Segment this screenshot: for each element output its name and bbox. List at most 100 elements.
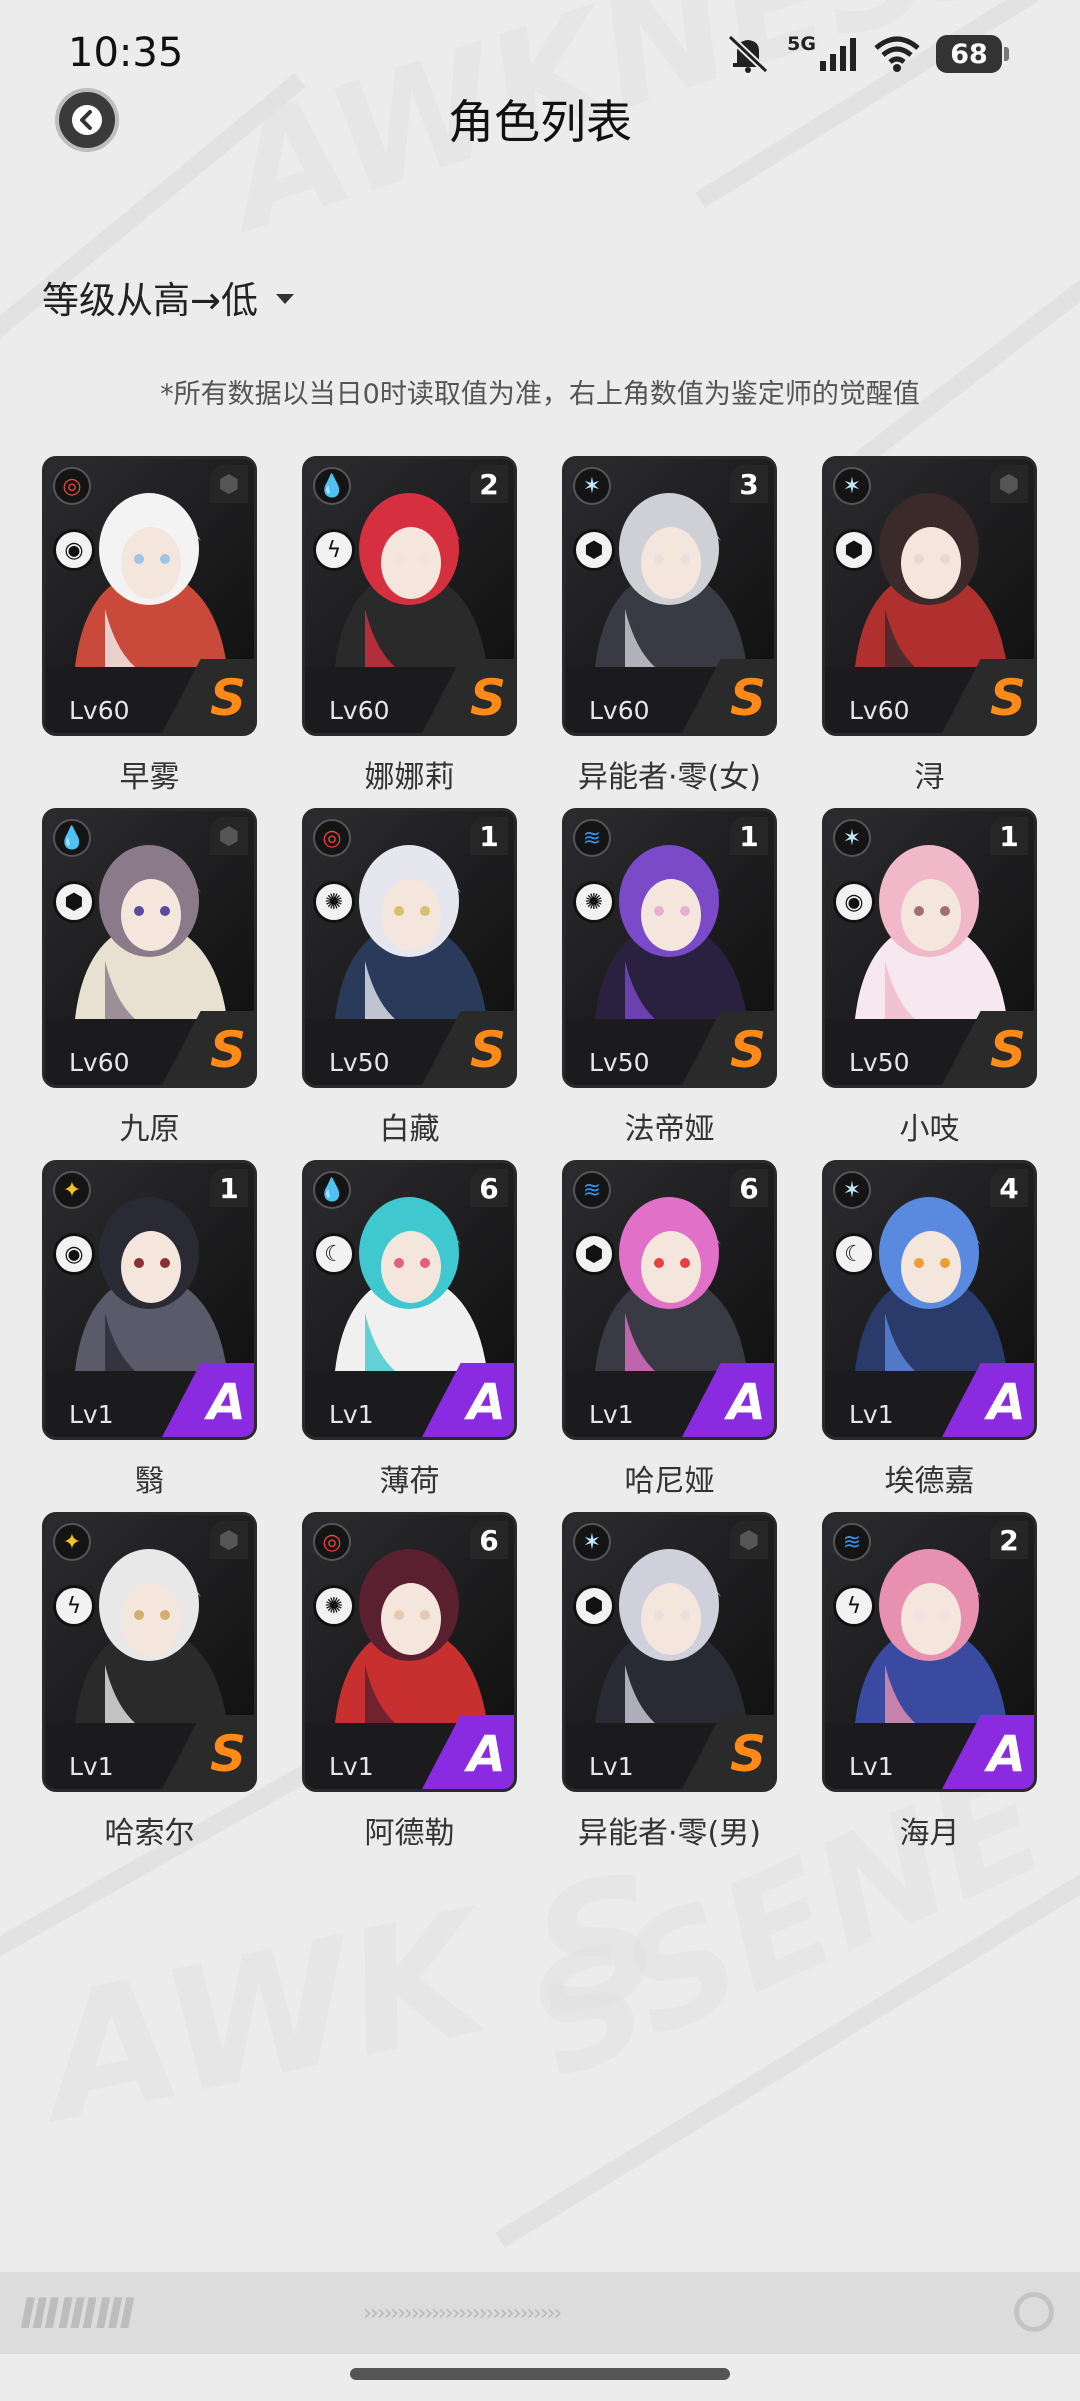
attribute-icon: ✦ [53,1523,91,1561]
character-card[interactable]: Lv1 A ✦ ◉ 1 翳 [42,1160,257,1512]
level-label: Lv1 [849,1752,894,1781]
character-card[interactable]: Lv50 S ≋ ✺ 1 法帝娅 [562,808,777,1160]
attribute-icon: ≋ [833,1523,871,1561]
character-card[interactable]: Lv60 S ◎ ◉ ⬢ 早雾 [42,456,257,808]
character-card[interactable]: Lv50 S ✶ ◉ 1 小吱 [822,808,1037,1160]
level-label: Lv1 [849,1400,894,1429]
moon-icon: ☾ [313,1233,355,1275]
vortex-icon: ◉ [53,529,95,571]
data-note: *所有数据以当日0时读取值为准，右上角数值为鉴定师的觉醒值 [160,379,920,410]
page-title: 角色列表 [448,95,632,149]
home-indicator[interactable] [350,2368,730,2380]
character-name: 哈索尔 [104,1816,195,1851]
character-card-frame: Lv60 S ✶ ⬢ 3 [562,456,777,736]
character-name: 浔 [914,760,945,795]
attribute-icon: 💧 [53,819,91,857]
awakening-badge: ⬢ [210,465,248,503]
awakening-badge: 6 [470,1521,508,1559]
rank-letter: S [729,1725,766,1783]
svg-text:AWK S: AWK S [16,1837,678,2163]
character-card[interactable]: Lv1 S ✶ ⬢ ⬢ 异能者·零(男) [562,1512,777,1864]
character-card[interactable]: Lv1 A ✶ ☾ 4 埃德嘉 [822,1160,1037,1512]
awakening-badge: ⬢ [990,465,1028,503]
awakening-badge: 6 [470,1169,508,1207]
awakening-badge: 2 [470,465,508,503]
character-card[interactable]: Lv60 S 💧 ϟ 2 娜娜莉 [302,456,517,808]
rank-letter: S [209,1021,246,1079]
character-card[interactable]: Lv60 S ✶ ⬢ 3 异能者·零(女) [562,456,777,808]
level-label: Lv50 [589,1048,650,1077]
level-label: Lv60 [849,696,910,725]
network-type: 5G [787,33,816,55]
vortex-icon: ◉ [53,1233,95,1275]
character-card[interactable]: Lv1 A ◎ ✺ 6 阿德勒 [302,1512,517,1864]
character-card-frame: Lv1 A ✦ ◉ 1 [42,1160,257,1440]
attribute-icon: ✶ [833,819,871,857]
attribute-icon: 💧 [313,467,351,505]
character-name: 小吱 [899,1112,960,1147]
level-label: Lv60 [69,1048,130,1077]
rank-letter: S [989,1021,1026,1079]
lightning-icon: ϟ [53,1585,95,1627]
awakening-badge: ⬢ [730,1521,768,1559]
gear-icon: ✺ [313,881,355,923]
attribute-icon: ◎ [313,819,351,857]
character-name: 埃德嘉 [884,1464,975,1499]
character-name: 翳 [134,1464,165,1499]
awakening-badge: 1 [210,1169,248,1207]
character-card-frame: Lv60 S ✶ ⬢ ⬢ [822,456,1037,736]
moon-icon: ☾ [833,1233,875,1275]
level-label: Lv1 [69,1752,114,1781]
sort-dropdown[interactable]: 等级从高→低 [42,270,295,324]
character-card-frame: Lv1 S ✦ ϟ ⬢ [42,1512,257,1792]
character-card[interactable]: Lv60 S ✶ ⬢ ⬢ 浔 [822,456,1037,808]
character-card[interactable]: Lv60 S 💧 ⬢ ⬢ 九原 [42,808,257,1160]
awakening-badge: ⬢ [210,1521,248,1559]
cube-icon: ⬢ [573,1233,615,1275]
level-label: Lv1 [589,1752,634,1781]
character-name: 哈尼娅 [624,1464,715,1499]
character-name: 海月 [899,1816,960,1851]
awakening-badge: 1 [730,817,768,855]
rank-letter: S [469,669,506,727]
attribute-icon: ✶ [833,1171,871,1209]
level-label: Lv60 [69,696,130,725]
rank-letter: A [467,1373,506,1431]
character-card-frame: Lv60 S ◎ ◉ ⬢ [42,456,257,736]
status-icons: 5G 68 [725,30,1009,78]
signal-icon [820,38,856,71]
character-card-frame: Lv1 A ≋ ϟ 2 [822,1512,1037,1792]
attribute-icon: ✶ [573,1523,611,1561]
character-name: 阿德勒 [364,1816,455,1851]
rank-letter: A [467,1725,506,1783]
disc-icon [1014,2292,1054,2332]
attribute-icon: ≋ [573,819,611,857]
vortex-icon: ◉ [833,881,875,923]
rank-letter: A [987,1725,1026,1783]
battery-indicator: 68 [936,35,1009,73]
character-card[interactable]: Lv1 A ≋ ⬢ 6 哈尼娅 [562,1160,777,1512]
attribute-icon: ◎ [313,1523,351,1561]
footer-band: ⅢⅢⅢ ››››››››››››››››››››››››››››› [0,2272,1080,2354]
character-name: 法帝娅 [624,1112,715,1147]
gear-icon: ✺ [313,1585,355,1627]
character-card[interactable]: Lv1 A 💧 ☾ 6 薄荷 [302,1160,517,1512]
attribute-icon: 💧 [313,1171,351,1209]
cube-icon: ⬢ [573,1585,615,1627]
character-name: 薄荷 [379,1464,440,1499]
level-label: Lv50 [329,1048,390,1077]
character-name: 白藏 [379,1112,440,1147]
sort-label: 等级从高→低 [42,279,259,322]
cube-icon: ⬢ [833,529,875,571]
lightning-icon: ϟ [313,529,355,571]
character-card-frame: Lv1 S ✶ ⬢ ⬢ [562,1512,777,1792]
character-card-frame: Lv1 A 💧 ☾ 6 [302,1160,517,1440]
level-label: Lv1 [329,1752,374,1781]
cube-icon: ⬢ [53,881,95,923]
character-card-frame: Lv50 S ✶ ◉ 1 [822,808,1037,1088]
character-card[interactable]: Lv50 S ◎ ✺ 1 白藏 [302,808,517,1160]
character-card[interactable]: Lv1 S ✦ ϟ ⬢ 哈索尔 [42,1512,257,1864]
character-card[interactable]: Lv1 A ≋ ϟ 2 海月 [822,1512,1037,1864]
awakening-badge: 3 [730,465,768,503]
rank-letter: A [987,1373,1026,1431]
